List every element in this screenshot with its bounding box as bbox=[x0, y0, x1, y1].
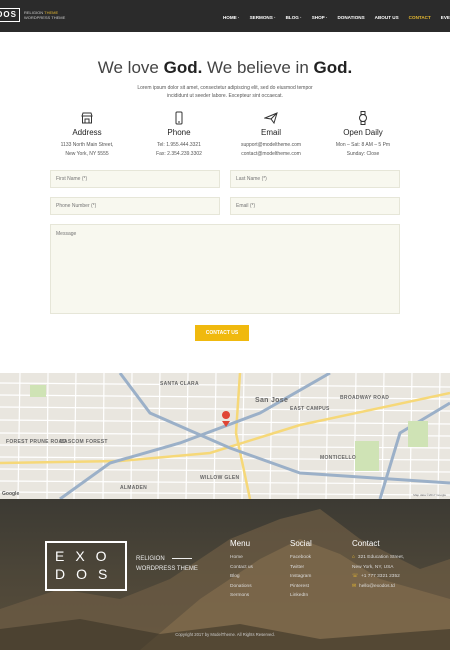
map[interactable]: San Jose EAST CAMPUS BROADWAY ROAD FORES… bbox=[0, 373, 450, 499]
footer-menu-heading: Menu bbox=[230, 539, 251, 548]
nav-blog[interactable]: BLOG · bbox=[286, 15, 302, 20]
footer-link-instagram[interactable]: Instagram bbox=[290, 572, 312, 582]
info-hours: Open Daily Mon – Sat: 8 AM – 5 Pm Sunday… bbox=[318, 111, 408, 159]
home-icon: ⌂ bbox=[352, 555, 355, 560]
store-icon bbox=[81, 112, 93, 124]
last-name-field[interactable] bbox=[230, 170, 400, 188]
map-label: EAST CAMPUS bbox=[290, 406, 330, 412]
info-line: contact@modeltheme.com bbox=[241, 151, 301, 157]
map-label: MONTICELLO bbox=[320, 455, 357, 461]
map-copyright: Map data ©2017 Google bbox=[413, 493, 446, 497]
footer-social-heading: Social bbox=[290, 539, 312, 548]
footer-tagline: RELIGION WORDPRESS THEME bbox=[136, 554, 198, 574]
nav-home[interactable]: HOME · bbox=[223, 15, 240, 20]
mail-icon: ✉ bbox=[352, 583, 357, 589]
footer-link-facebook[interactable]: Facebook bbox=[290, 553, 312, 563]
phone-icon bbox=[175, 111, 183, 125]
map-label: ALMADEN bbox=[120, 485, 148, 491]
nav-donations[interactable]: DONATIONS bbox=[337, 15, 364, 20]
map-label: BASCOM FOREST bbox=[60, 439, 108, 445]
title-emph: God. bbox=[313, 58, 353, 77]
nav-about-us[interactable]: ABOUT US bbox=[375, 15, 399, 20]
footer-social: Social Facebook Twitter Instagram Pinter… bbox=[290, 539, 312, 601]
logo-text: DOS bbox=[0, 10, 17, 19]
map-label: SANTA CLARA bbox=[160, 381, 199, 387]
footer-contact-row: ✉ hello@exodos.td bbox=[352, 582, 404, 592]
map-label: BROADWAY ROAD bbox=[340, 395, 390, 401]
copyright: Copyright 2017 by ModelTheme. All Rights… bbox=[175, 632, 275, 637]
page-title: We love God. We believe in God. bbox=[0, 58, 450, 78]
info-line: Tel: 1.955.444.3321 bbox=[157, 142, 201, 148]
logo[interactable]: DOS bbox=[0, 8, 20, 22]
page-subtitle: Lorem ipsum dolor sit amet, consectetur … bbox=[137, 85, 313, 99]
footer-link-home[interactable]: Home bbox=[230, 553, 253, 563]
info-email: Email support@modeltheme.com contact@mod… bbox=[226, 111, 316, 159]
info-heading: Phone bbox=[167, 128, 191, 137]
info-line: Mon – Sat: 8 AM – 5 Pm bbox=[335, 142, 391, 148]
footer-contact-row: ⌂ 321 Education Street, bbox=[352, 553, 404, 563]
email-field[interactable] bbox=[230, 197, 400, 215]
title-part: We believe in bbox=[202, 58, 314, 77]
google-logo[interactable]: Google bbox=[2, 491, 19, 497]
map-label: FOREST PRUNE ROAD bbox=[6, 439, 67, 445]
footer-tag-wordpress: WORDPRESS THEME bbox=[136, 566, 198, 572]
logo-tag-wordpress: WORDPRESS THEME bbox=[24, 15, 66, 20]
info-line: Sunday: Close bbox=[346, 151, 380, 157]
footer-link-twitter[interactable]: Twitter bbox=[290, 563, 312, 573]
footer-tag-religion: RELIGION bbox=[136, 556, 165, 562]
nav-shop[interactable]: SHOP · bbox=[312, 15, 328, 20]
phone-icon: ☏ bbox=[352, 574, 358, 579]
footer-contact-row: New York, NY, USA bbox=[352, 563, 404, 573]
message-field[interactable] bbox=[50, 224, 400, 314]
info-heading: Open Daily bbox=[343, 128, 383, 137]
info-line: 1133 North Main Street, bbox=[60, 142, 114, 148]
footer-link-donations[interactable]: Donations bbox=[230, 582, 253, 592]
map-city-label: San Jose bbox=[255, 397, 289, 404]
footer-link-linkedin[interactable]: LinkedIn bbox=[290, 591, 312, 601]
footer-city: New York, NY, USA bbox=[352, 564, 394, 570]
nav-events[interactable]: EVE bbox=[441, 15, 450, 20]
watch-icon bbox=[359, 111, 367, 125]
main-nav: HOME · SERMONS · BLOG · SHOP · DONATIONS… bbox=[213, 12, 450, 22]
info-heading: Email bbox=[260, 128, 281, 137]
footer-link-pinterest[interactable]: Pinterest bbox=[290, 582, 312, 592]
map-label: WILLOW GLEN bbox=[200, 475, 240, 481]
info-address: Address 1133 North Main Street, New York… bbox=[42, 111, 132, 159]
footer-address: 321 Education Street, bbox=[357, 555, 405, 560]
info-heading: Address bbox=[72, 128, 102, 137]
footer-phone: +1 777 3321 2352 bbox=[361, 574, 400, 579]
site-header: DOS RELIGION THEME WORDPRESS THEME HOME … bbox=[0, 0, 450, 32]
footer-link-blog[interactable]: Blog bbox=[230, 572, 253, 582]
footer-link-sermons[interactable]: Sermons bbox=[230, 591, 253, 601]
footer-link-contact[interactable]: Contact us bbox=[230, 563, 253, 573]
footer-contact-heading: Contact bbox=[352, 539, 380, 548]
footer-contact-row: ☏ +1 777 3321 2352 bbox=[352, 572, 404, 582]
first-name-field[interactable] bbox=[50, 170, 220, 188]
info-line: Fax: 2.354.239.3302 bbox=[156, 151, 202, 157]
logo-tagline: RELIGION THEME WORDPRESS THEME bbox=[24, 10, 65, 20]
title-part: We love bbox=[97, 58, 164, 77]
footer-tag-divider bbox=[172, 558, 192, 559]
footer-menu: Menu Home Contact us Blog Donations Serm… bbox=[230, 539, 253, 601]
footer-logo[interactable]: EXO DOS bbox=[45, 541, 127, 591]
phone-field[interactable] bbox=[50, 197, 220, 215]
info-line: New York, NY 5555 bbox=[65, 151, 109, 157]
footer-contact: Contact ⌂ 321 Education Street, New York,… bbox=[352, 539, 404, 591]
info-line: support@modeltheme.com bbox=[240, 142, 302, 148]
site-footer: EXO DOS RELIGION WORDPRESS THEME Menu Home… bbox=[0, 499, 450, 650]
nav-contact[interactable]: CONTACT bbox=[409, 15, 431, 20]
paper-plane-icon bbox=[264, 112, 278, 125]
contact-us-button[interactable]: CONTACT US bbox=[195, 325, 249, 341]
nav-sermons[interactable]: SERMONS · bbox=[250, 15, 276, 20]
title-emph: God. bbox=[163, 58, 203, 77]
info-phone: Phone Tel: 1.955.444.3321 Fax: 2.354.239… bbox=[134, 111, 224, 159]
footer-email[interactable]: hello@exodos.td bbox=[359, 582, 395, 592]
footer-logo-line: EXO bbox=[55, 548, 118, 564]
footer-logo-line: DOS bbox=[55, 566, 119, 582]
